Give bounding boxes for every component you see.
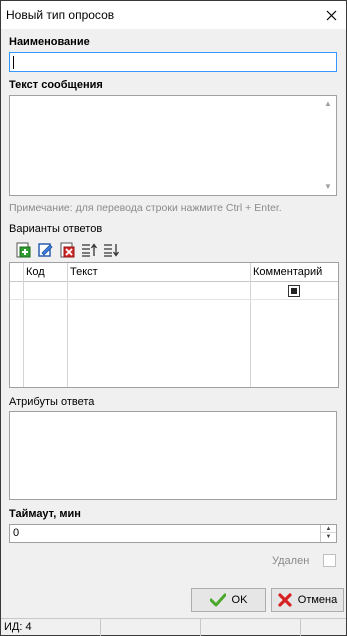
grid-header: Код Текст Комментарий xyxy=(10,263,338,282)
cancel-x-icon xyxy=(278,593,292,607)
dialog-window: Новый тип опросов Наименование Текст соо… xyxy=(0,0,347,636)
deleted-checkbox[interactable] xyxy=(323,554,336,567)
delete-answer-button[interactable] xyxy=(57,240,77,260)
column-header-comment[interactable]: Комментарий xyxy=(253,266,322,278)
move-up-button[interactable] xyxy=(79,240,99,260)
answers-toolbar xyxy=(9,238,339,262)
close-icon xyxy=(326,10,336,20)
column-header-text[interactable]: Текст xyxy=(70,266,98,278)
timeout-label: Таймаут, мин xyxy=(9,508,81,520)
name-label: Наименование xyxy=(9,36,90,48)
timeout-spinner[interactable]: 0 ▲ ▼ xyxy=(9,524,337,543)
move-up-icon xyxy=(82,243,97,257)
timeout-value: 0 xyxy=(13,527,20,539)
answers-label: Варианты ответов xyxy=(9,223,103,235)
status-cell xyxy=(201,619,301,636)
spin-control: ▲ ▼ xyxy=(320,525,336,542)
add-answer-button[interactable] xyxy=(13,240,33,260)
answers-grid[interactable]: Код Текст Комментарий xyxy=(9,262,339,388)
name-input[interactable] xyxy=(9,52,337,72)
edit-icon xyxy=(38,243,53,257)
move-down-button[interactable] xyxy=(101,240,121,260)
ok-label: OK xyxy=(231,594,248,606)
message-scrollbar[interactable]: ▲ ▼ xyxy=(320,96,336,195)
add-icon xyxy=(16,242,31,258)
deleted-label: Удален xyxy=(272,555,310,567)
scroll-up-icon[interactable]: ▲ xyxy=(324,100,332,108)
close-button[interactable] xyxy=(316,1,346,29)
status-id: ИД: 4 xyxy=(4,621,32,633)
cancel-button[interactable]: Отмена xyxy=(271,588,344,612)
attributes-box[interactable] xyxy=(9,411,337,500)
message-hint: Примечание: для перевода строки нажмите … xyxy=(9,202,282,214)
spin-up-icon[interactable]: ▲ xyxy=(321,525,336,533)
text-caret xyxy=(13,56,14,69)
move-down-icon xyxy=(104,244,119,257)
message-label: Текст сообщения xyxy=(9,79,103,91)
spin-down-icon[interactable]: ▼ xyxy=(321,533,336,541)
column-header-code[interactable]: Код xyxy=(26,266,45,278)
attributes-label: Атрибуты ответа xyxy=(9,396,95,408)
window-title: Новый тип опросов xyxy=(6,8,115,22)
message-textarea[interactable]: ▲ ▼ xyxy=(9,95,337,196)
status-bar: ИД: 4 xyxy=(1,618,346,636)
scroll-down-icon[interactable]: ▼ xyxy=(324,183,332,191)
ok-button[interactable]: OK xyxy=(191,588,266,612)
table-row[interactable] xyxy=(10,282,338,300)
edit-answer-button[interactable] xyxy=(35,240,55,260)
delete-icon xyxy=(60,242,75,258)
title-bar: Новый тип опросов xyxy=(1,1,346,29)
comment-checkbox[interactable] xyxy=(288,285,300,297)
status-cell xyxy=(101,619,201,636)
status-cell-id: ИД: 4 xyxy=(1,619,101,636)
checkmark-icon xyxy=(209,593,226,607)
cancel-label: Отмена xyxy=(297,594,338,606)
